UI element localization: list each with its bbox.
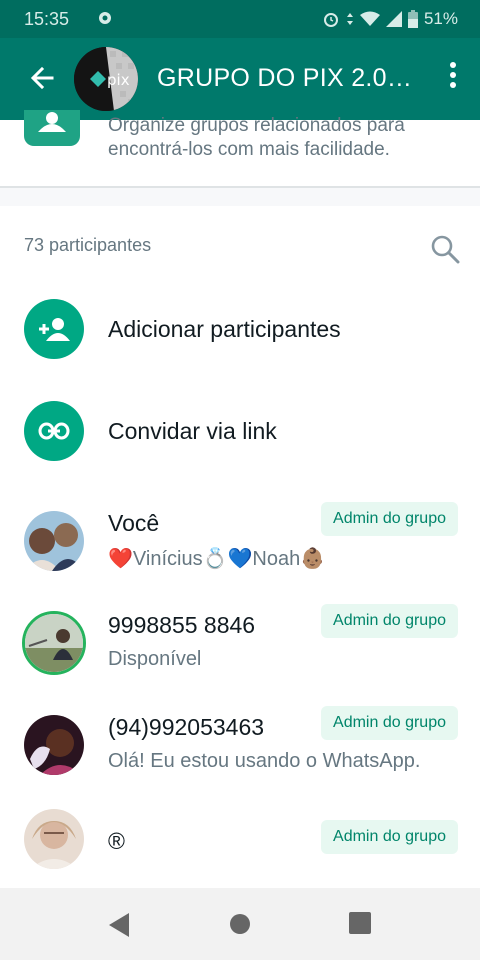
app-bar: pix GRUPO DO PIX 2.0…: [0, 38, 480, 120]
group-avatar[interactable]: pix: [74, 47, 138, 111]
avatar: [24, 715, 84, 775]
member-row[interactable]: Você ❤️Vinícius💍💙Noah👶🏽 Admin do grupo: [0, 496, 480, 596]
nav-recents-icon[interactable]: [349, 912, 371, 934]
pix-logo-icon: pix: [74, 47, 138, 111]
wifi-icon: [359, 11, 380, 26]
status-time: 15:35: [24, 9, 70, 29]
nav-home-icon[interactable]: [229, 913, 251, 935]
invite-link-label: Convidar via link: [108, 418, 277, 444]
admin-badge: Admin do grupo: [321, 604, 458, 638]
more-options-icon[interactable]: [446, 62, 460, 96]
admin-badge: Admin do grupo: [321, 820, 458, 854]
member-status: Olá! Eu estou usando o WhatsApp.: [108, 750, 421, 772]
avatar-text: pix: [107, 71, 130, 89]
member-status: ❤️Vinícius💍💙Noah👶🏽: [108, 548, 326, 570]
member-name: Você: [108, 510, 160, 536]
status-indicators: 51%: [322, 9, 458, 29]
admin-badge: Admin do grupo: [321, 502, 458, 536]
link-icon: [24, 401, 84, 461]
add-participants-label: Adicionar participantes: [108, 316, 341, 342]
community-description: Organize grupos relacionados para encont…: [108, 115, 405, 160]
avatar: [24, 809, 84, 869]
battery-percent: 51%: [423, 9, 458, 28]
avatar: [24, 511, 84, 571]
member-name: (94)992053463: [108, 714, 265, 740]
member-status: Disponível: [108, 648, 202, 670]
participants-count: 73 participantes: [24, 235, 152, 255]
nav-back-icon[interactable]: [108, 912, 130, 938]
participants-section: 73 participantes Adicionar participantes…: [0, 206, 480, 888]
community-card[interactable]: Organize grupos relacionados para encont…: [0, 110, 480, 186]
admin-badge: Admin do grupo: [321, 706, 458, 740]
add-person-icon: [24, 299, 84, 359]
status-bar: 15:35 51%: [0, 0, 480, 38]
community-icon: [24, 110, 80, 146]
member-name: 9998855 8846: [108, 612, 256, 638]
member-row[interactable]: (94)992053463 Olá! Eu estou usando o Wha…: [0, 700, 480, 800]
add-participants-row[interactable]: Adicionar participantes: [0, 284, 480, 374]
data-arrows-icon: [346, 13, 353, 25]
alarm-icon: [323, 13, 338, 27]
group-title[interactable]: GRUPO DO PIX 2.0…: [157, 64, 419, 93]
member-name: ®: [108, 828, 125, 854]
member-row[interactable]: 9998855 8846 Disponível Admin do grupo: [0, 598, 480, 698]
search-icon[interactable]: [430, 234, 460, 264]
signal-icon: [385, 11, 402, 27]
avatar-with-status-ring: [22, 611, 86, 675]
back-arrow-icon[interactable]: [22, 58, 62, 98]
invite-link-row[interactable]: Convidar via link: [0, 386, 480, 476]
battery-icon: [407, 10, 418, 28]
notification-icon: [99, 12, 111, 24]
system-nav-bar: [0, 888, 480, 960]
section-gap: [0, 188, 480, 206]
